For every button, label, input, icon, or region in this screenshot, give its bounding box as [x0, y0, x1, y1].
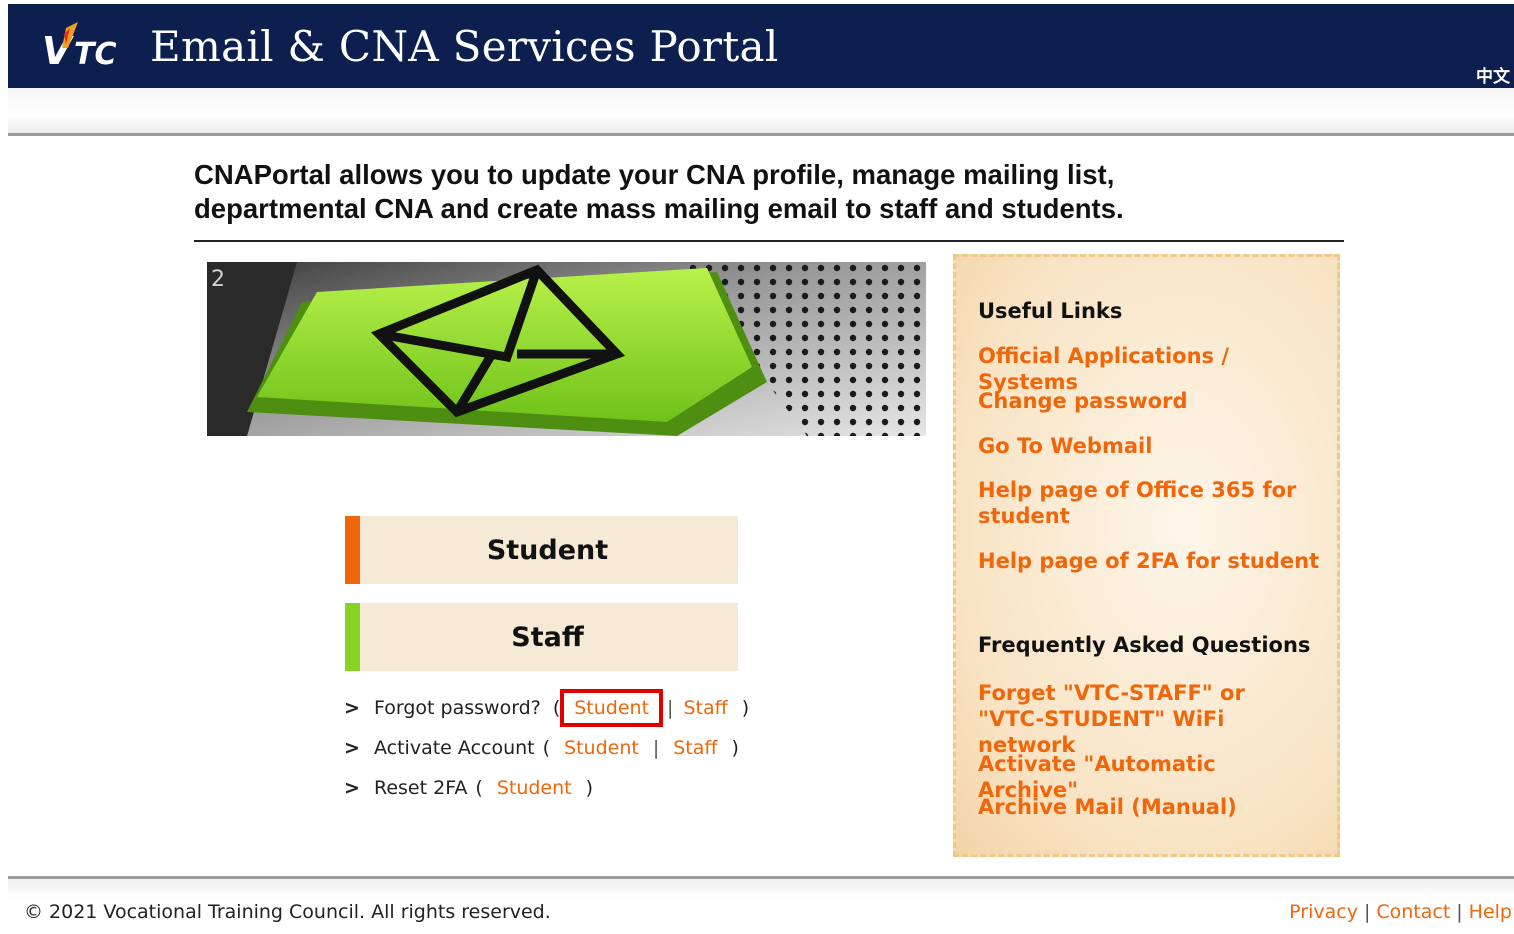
student-login-label: Student [486, 534, 609, 566]
change-password-link[interactable]: Change password [978, 388, 1323, 414]
envelope-key-illustration: 2 [207, 262, 926, 436]
page-footer: © 2021 Vocational Training Council. All … [8, 876, 1514, 934]
reset-2fa-row: > Reset 2FA ( Student ) [344, 777, 593, 799]
page-header: V TC Email & CNA Services Portal 中文 [8, 4, 1514, 88]
vtc-logo-icon: V TC [42, 22, 116, 73]
intro-line-2: departmental CNA and create mass mailing… [194, 193, 1124, 224]
contact-link[interactable]: Contact [1376, 901, 1450, 923]
useful-links-panel: Useful Links Official Applications / Sys… [953, 254, 1340, 857]
link-separator: | [667, 697, 674, 719]
reset-2fa-student-link[interactable]: Student [497, 777, 572, 799]
office365-help-link[interactable]: Help page of Office 365 for student [978, 477, 1323, 529]
student-login-button[interactable]: Student [345, 516, 738, 584]
footer-links: Privacy | Contact | Help [1289, 901, 1512, 923]
forgot-password-label: Forgot password? [374, 697, 541, 719]
close-paren: ) [731, 737, 739, 759]
close-paren: ) [585, 777, 594, 799]
faq-wifi-link[interactable]: Forget "VTC-STAFF" or "VTC-STUDENT" WiFi… [978, 680, 1308, 758]
privacy-link[interactable]: Privacy [1289, 901, 1358, 923]
header-subbar [8, 88, 1514, 136]
staff-stripe [345, 603, 360, 671]
svg-text:2: 2 [211, 267, 225, 292]
intro-text: CNAPortal allows you to update your CNA … [194, 158, 1344, 226]
activate-account-label: Activate Account [374, 737, 535, 759]
activate-account-staff-link[interactable]: Staff [673, 737, 717, 759]
faq-heading: Frequently Asked Questions [978, 633, 1311, 657]
open-paren: ( [475, 777, 483, 799]
copyright-text: © 2021 Vocational Training Council. All … [24, 901, 551, 923]
forgot-password-staff-link[interactable]: Staff [683, 697, 727, 719]
arrow-icon: > [344, 737, 360, 759]
svg-text:TC: TC [74, 37, 116, 72]
activate-account-row: > Activate Account ( Student | Staff ) [344, 737, 739, 759]
activate-account-student-link[interactable]: Student [564, 737, 639, 759]
footer-separator: | [1363, 901, 1371, 923]
intro-line-1: CNAPortal allows you to update your CNA … [194, 159, 1115, 190]
open-paren: ( [542, 737, 551, 759]
forgot-password-student-link[interactable]: Student [574, 697, 649, 719]
highlight-box: Student [560, 689, 664, 727]
open-paren: ( [552, 697, 561, 719]
language-switch-link[interactable]: 中文 [1476, 62, 1510, 87]
link-separator: | [652, 737, 660, 759]
arrow-icon: > [344, 777, 360, 799]
2fa-help-link[interactable]: Help page of 2FA for student [978, 548, 1323, 574]
help-link[interactable]: Help [1469, 901, 1512, 923]
useful-links-heading: Useful Links [978, 299, 1123, 323]
portal-title: Email & CNA Services Portal [150, 22, 779, 71]
reset-2fa-label: Reset 2FA [374, 777, 468, 799]
vtc-logo[interactable]: V TC [40, 18, 120, 74]
arrow-icon: > [344, 697, 360, 719]
student-stripe [345, 516, 360, 584]
close-paren: ) [741, 697, 750, 719]
staff-login-label: Staff [511, 621, 584, 653]
intro-divider [194, 240, 1344, 242]
email-key-banner: 2 [207, 262, 926, 436]
go-to-webmail-link[interactable]: Go To Webmail [978, 433, 1323, 459]
faq-manual-archive-link[interactable]: Archive Mail (Manual) [978, 794, 1323, 820]
forgot-password-row: > Forgot password? ( Student | Staff ) [344, 689, 750, 727]
staff-login-button[interactable]: Staff [345, 603, 738, 671]
footer-separator: | [1456, 901, 1463, 923]
